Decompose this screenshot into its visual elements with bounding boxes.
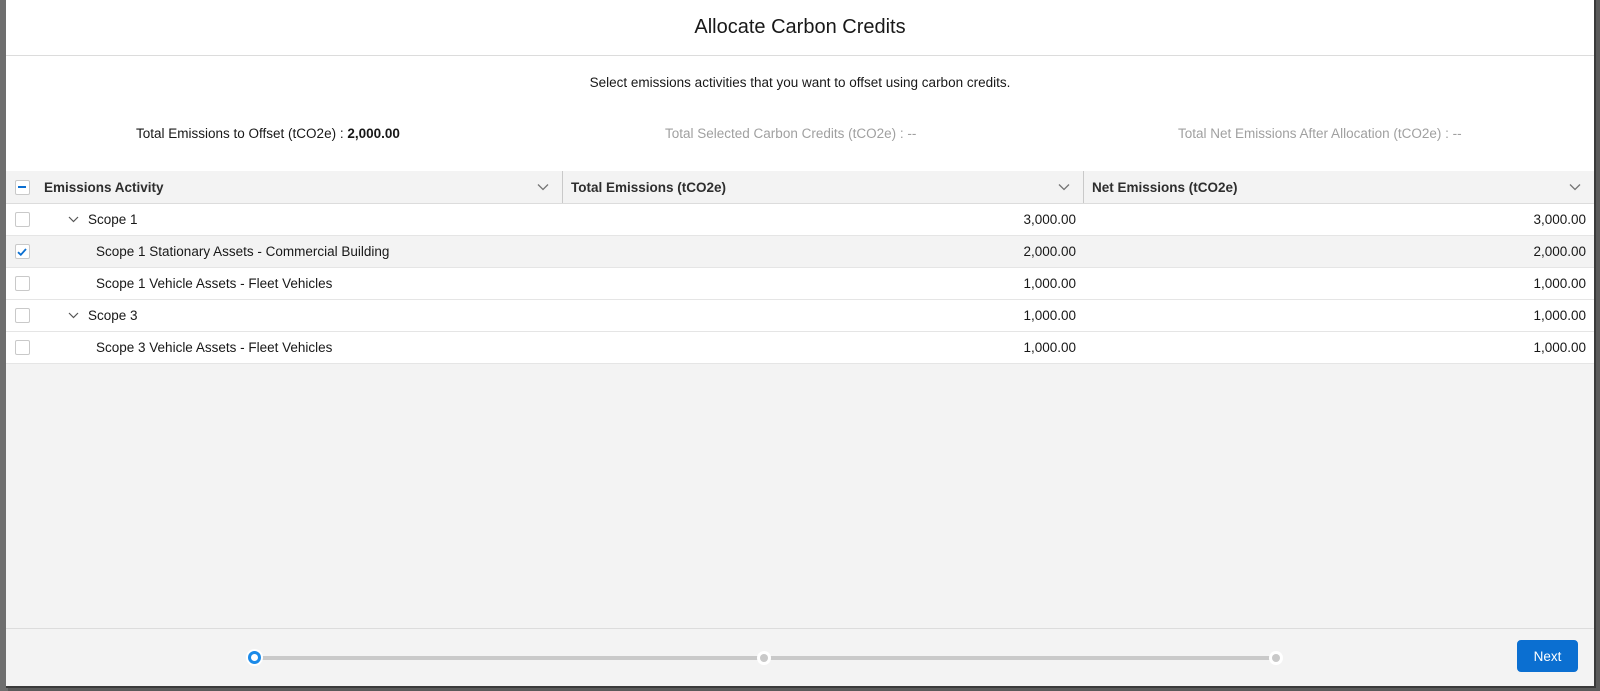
- total-emissions-to-offset-value: 2,000.00: [347, 126, 400, 141]
- table-row[interactable]: Scope 1 3,000.00 3,000.00: [6, 204, 1594, 236]
- progress-step-1[interactable]: [246, 649, 263, 666]
- next-button[interactable]: Next: [1517, 640, 1578, 672]
- emissions-tree-grid: Emissions Activity Total Emissions (tCO2…: [6, 171, 1594, 364]
- net-emissions-cell: 1,000.00: [1533, 308, 1586, 323]
- progress-indicator: [246, 647, 1284, 667]
- progress-step-3[interactable]: [1269, 651, 1283, 665]
- row-checkbox[interactable]: [14, 340, 30, 355]
- column-header-total-emissions[interactable]: Total Emissions (tCO2e): [562, 171, 1083, 203]
- summary-bar: Total Emissions to Offset (tCO2e) : 2,00…: [6, 126, 1594, 146]
- row-checkbox[interactable]: [14, 212, 30, 227]
- column-label: Emissions Activity: [44, 179, 164, 195]
- total-emissions-cell: 1,000.00: [1023, 340, 1076, 355]
- modal-intro: Select emissions activities that you wan…: [6, 56, 1594, 171]
- table-row[interactable]: Scope 1 Vehicle Assets - Fleet Vehicles …: [6, 268, 1594, 300]
- table-row[interactable]: Scope 3 Vehicle Assets - Fleet Vehicles …: [6, 332, 1594, 364]
- column-label: Net Emissions (tCO2e): [1092, 179, 1238, 195]
- column-header-net-emissions[interactable]: Net Emissions (tCO2e): [1083, 171, 1594, 203]
- instruction-text: Select emissions activities that you wan…: [589, 75, 1011, 90]
- total-emissions-cell: 2,000.00: [1023, 244, 1076, 259]
- activity-name: Scope 1 Stationary Assets - Commercial B…: [96, 244, 390, 259]
- total-emissions-to-offset: Total Emissions to Offset (tCO2e) : 2,00…: [136, 126, 400, 141]
- activity-name: Scope 1 Vehicle Assets - Fleet Vehicles: [96, 276, 333, 291]
- total-emissions-cell: 1,000.00: [1023, 308, 1076, 323]
- checkmark-icon: [17, 247, 27, 256]
- modal-footer: Next: [6, 628, 1594, 686]
- row-checkbox[interactable]: [14, 308, 30, 323]
- row-checkbox[interactable]: [14, 244, 30, 259]
- chevron-down-icon[interactable]: [1057, 180, 1071, 194]
- net-emissions-cell: 1,000.00: [1533, 276, 1586, 291]
- chevron-down-icon[interactable]: [1568, 180, 1582, 194]
- collapse-chevron-icon[interactable]: [66, 309, 80, 323]
- select-all-checkbox[interactable]: [14, 179, 30, 195]
- row-checkbox[interactable]: [14, 276, 30, 291]
- modal-title: Allocate Carbon Credits: [694, 16, 906, 38]
- activity-name: Scope 3: [88, 308, 138, 323]
- total-net-emissions-after-allocation: Total Net Emissions After Allocation (tC…: [1178, 126, 1462, 141]
- column-label: Total Emissions (tCO2e): [571, 179, 727, 195]
- net-emissions-cell: 2,000.00: [1533, 244, 1586, 259]
- modal-header: Allocate Carbon Credits: [6, 0, 1594, 56]
- net-emissions-cell: 1,000.00: [1533, 340, 1586, 355]
- total-emissions-cell: 3,000.00: [1023, 212, 1076, 227]
- net-emissions-cell: 3,000.00: [1533, 212, 1586, 227]
- allocate-carbon-credits-modal: Allocate Carbon Credits Select emissions…: [6, 0, 1596, 688]
- progress-step-2[interactable]: [757, 651, 771, 665]
- total-emissions-to-offset-label: Total Emissions to Offset (tCO2e) :: [136, 126, 348, 141]
- table-row[interactable]: Scope 1 Stationary Assets - Commercial B…: [6, 236, 1594, 268]
- column-header-emissions-activity[interactable]: Emissions Activity: [36, 171, 562, 203]
- chevron-down-icon[interactable]: [536, 180, 550, 194]
- total-selected-carbon-credits: Total Selected Carbon Credits (tCO2e) : …: [665, 126, 917, 141]
- activity-name: Scope 1: [88, 212, 138, 227]
- activity-name: Scope 3 Vehicle Assets - Fleet Vehicles: [96, 340, 333, 355]
- collapse-chevron-icon[interactable]: [66, 213, 80, 227]
- table-row[interactable]: Scope 3 1,000.00 1,000.00: [6, 300, 1594, 332]
- modal-body-empty-area: [6, 364, 1594, 628]
- total-emissions-cell: 1,000.00: [1023, 276, 1076, 291]
- grid-header: Emissions Activity Total Emissions (tCO2…: [6, 171, 1594, 204]
